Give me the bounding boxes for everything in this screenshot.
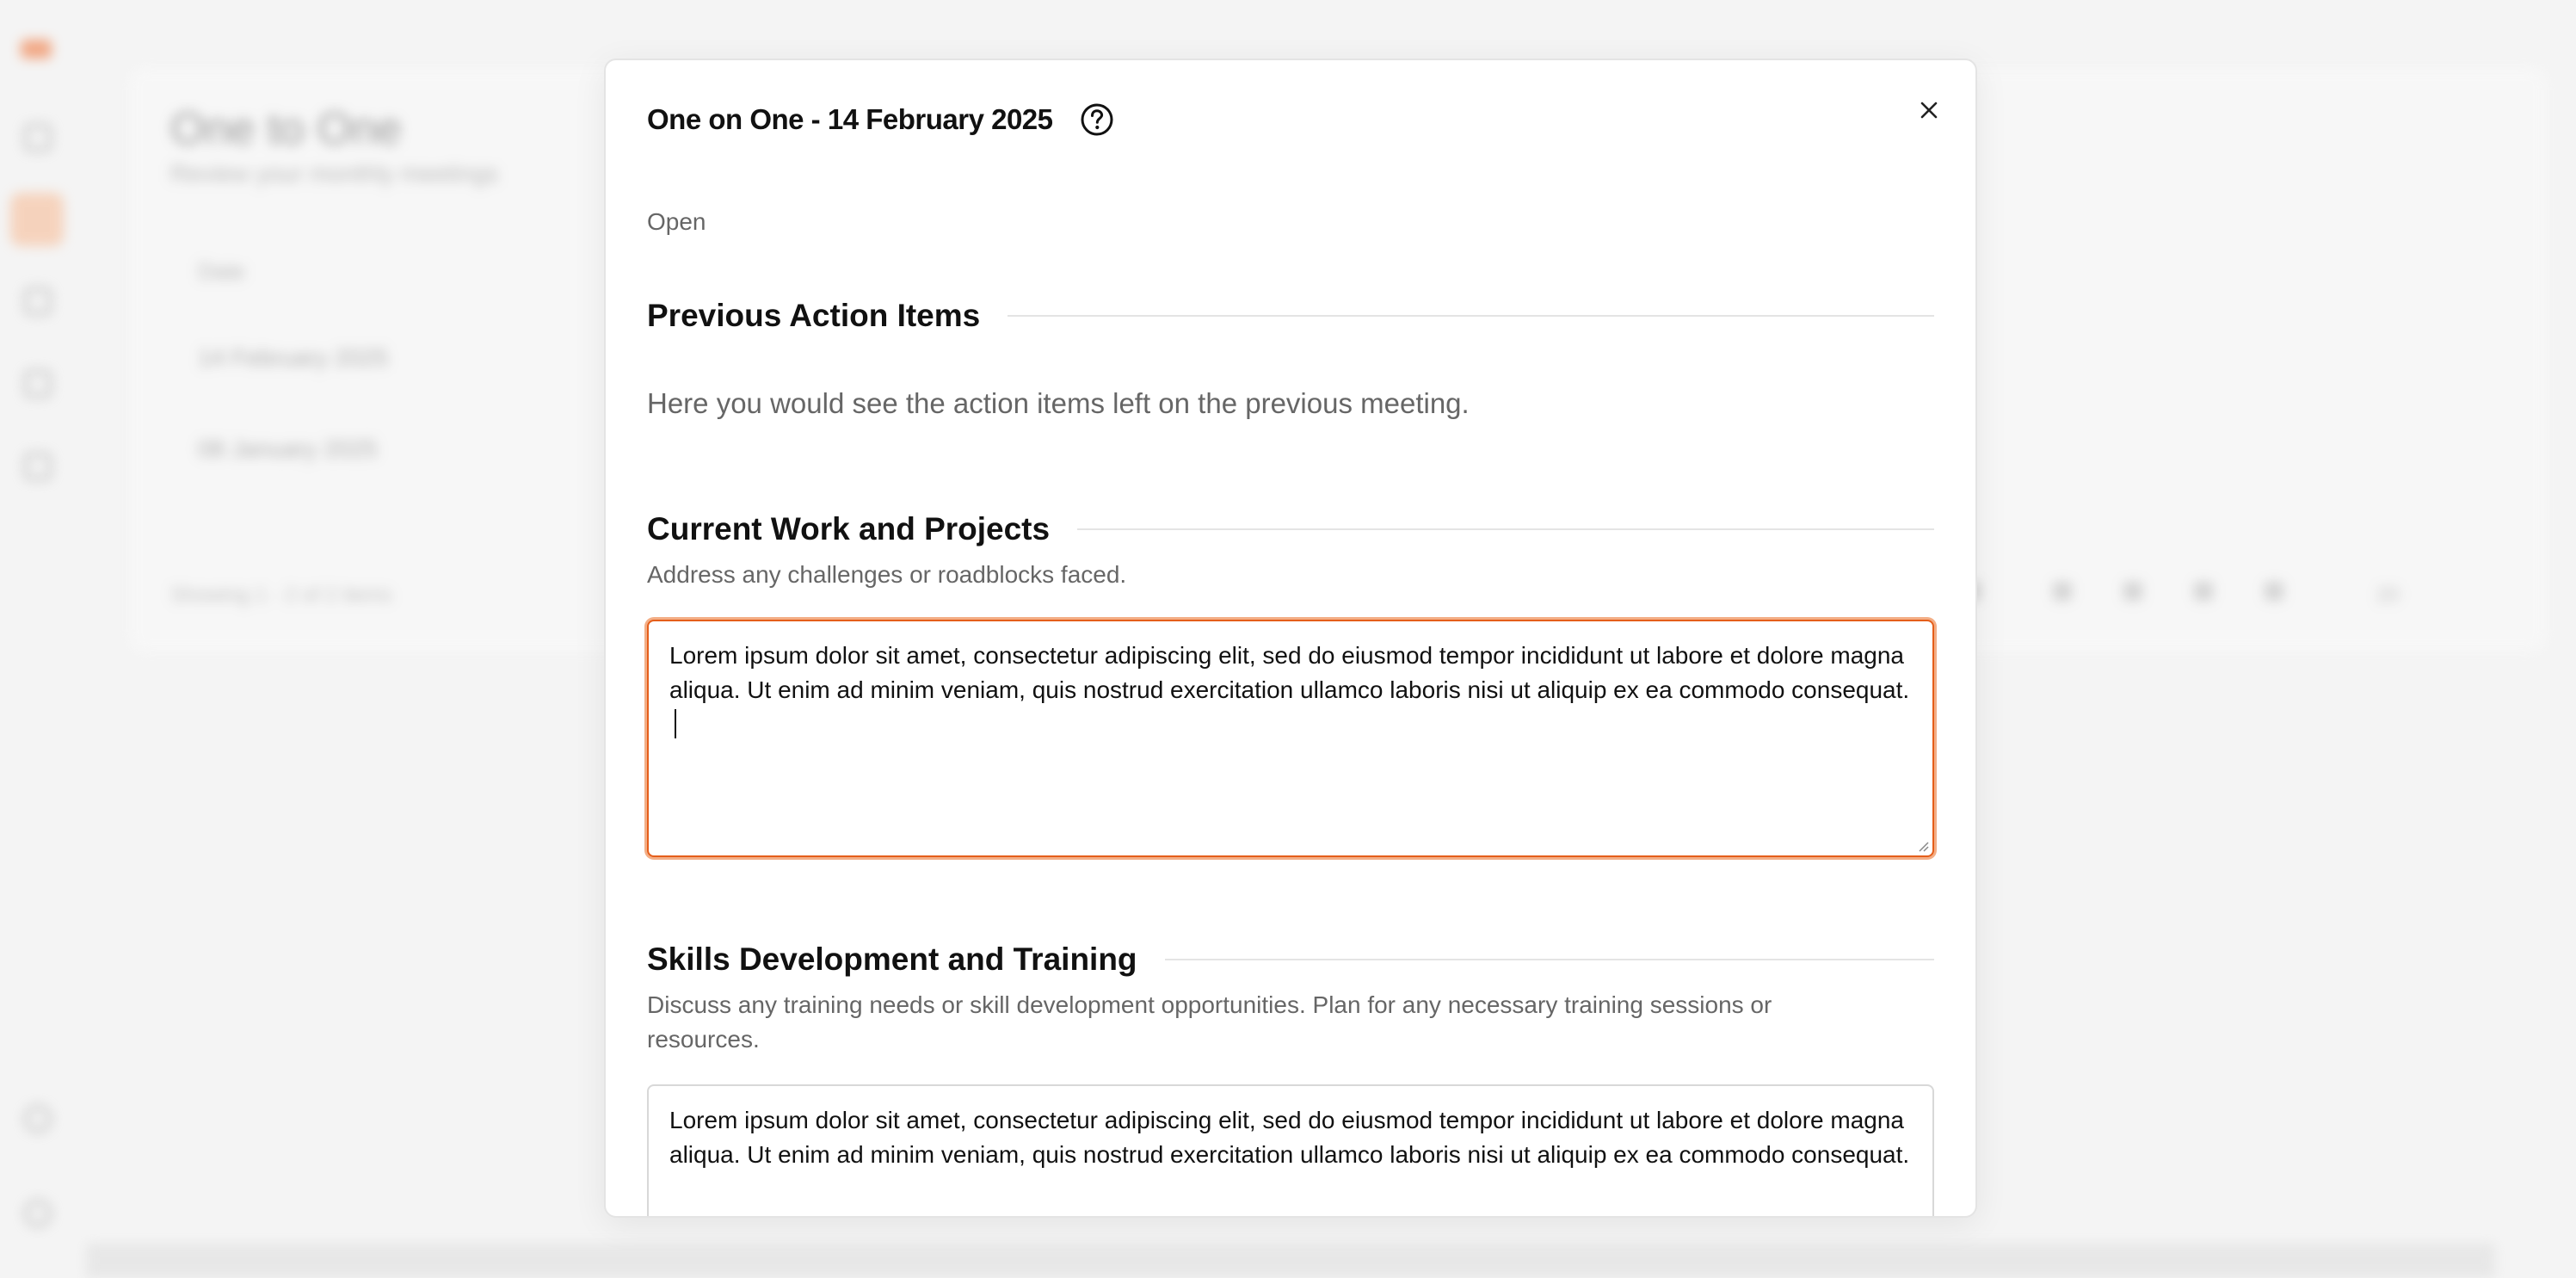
background-page-subtitle: Review your monthly meetings xyxy=(170,160,499,187)
dashboard-icon xyxy=(24,124,52,151)
section-divider xyxy=(1077,528,1934,530)
notes-text: Lorem ipsum dolor sit amet, consectetur … xyxy=(669,1107,1910,1168)
pagination-next-icon xyxy=(2194,582,2213,601)
filter-icon xyxy=(24,370,52,398)
background-table-row: 08 January 2025 xyxy=(198,435,378,462)
section-description: Discuss any training needs or skill deve… xyxy=(647,991,1772,1053)
current-work-notes-textarea[interactable]: Lorem ipsum dolor sit amet, consectetur … xyxy=(647,620,1934,857)
section-title: Previous Action Items xyxy=(647,298,981,333)
status-label: Open xyxy=(647,208,706,235)
modal-header: One on One - 14 February 2025 xyxy=(647,102,1115,138)
question-circle-icon xyxy=(1081,103,1113,136)
pagination-last-icon xyxy=(2265,582,2283,601)
background-table-header: Date xyxy=(198,258,245,284)
document-icon xyxy=(24,453,52,480)
one-on-one-modal: One on One - 14 February 2025 Open Previ… xyxy=(604,59,1977,1218)
help-button[interactable] xyxy=(1079,102,1115,138)
chat-icon xyxy=(24,1105,52,1133)
background-table-row: 14 February 2025 xyxy=(198,344,389,371)
pagination-page-icon xyxy=(2123,582,2142,601)
section-title: Current Work and Projects xyxy=(647,511,1051,546)
background-sidebar xyxy=(0,0,74,1272)
app-logo xyxy=(21,40,52,59)
resize-handle-icon[interactable] xyxy=(1915,838,1929,852)
section-description: Address any challenges or roadblocks fac… xyxy=(647,561,1127,588)
section-divider xyxy=(1164,959,1934,960)
section-previous-action-items: Previous Action Items xyxy=(647,298,1934,334)
modal-title: One on One - 14 February 2025 xyxy=(647,103,1053,135)
section-skills-development: Skills Development and Training xyxy=(647,942,1934,978)
previous-action-items-placeholder: Here you would see the action items left… xyxy=(647,387,1470,419)
user-icon xyxy=(24,1200,52,1227)
section-current-work: Current Work and Projects xyxy=(647,511,1934,547)
one-to-one-icon xyxy=(10,193,64,246)
background-bottom-bar xyxy=(86,1244,2495,1278)
background-per-page: 20 xyxy=(2376,583,2400,607)
pagination-prev-icon xyxy=(2053,582,2072,601)
chart-icon xyxy=(24,287,52,315)
skills-notes-textarea[interactable]: Lorem ipsum dolor sit amet, consectetur … xyxy=(647,1084,1934,1216)
text-cursor xyxy=(675,709,676,738)
section-title: Skills Development and Training xyxy=(647,942,1137,977)
background-page-title: One to One xyxy=(170,104,402,154)
background-pagination-summary: Showing 1 - 2 of 2 items xyxy=(170,583,392,607)
notes-text: Lorem ipsum dolor sit amet, consectetur … xyxy=(669,642,1910,703)
section-divider xyxy=(1008,315,1934,317)
